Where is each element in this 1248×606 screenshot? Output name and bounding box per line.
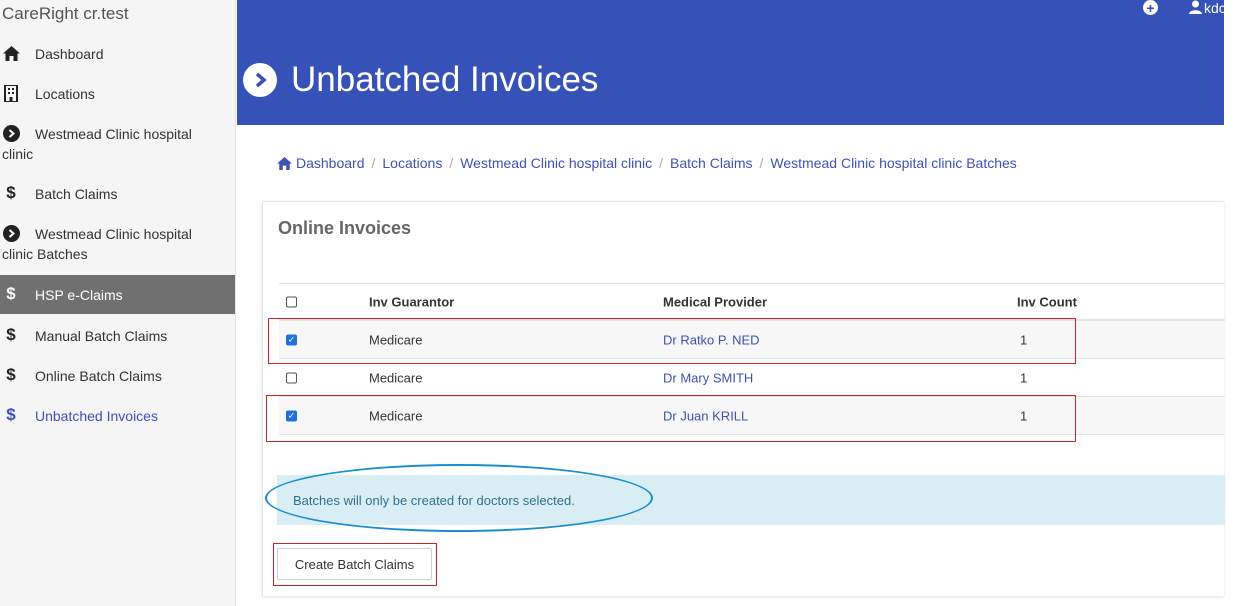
notice-highlight-annotation xyxy=(265,464,653,532)
sidebar-item-batch-claims[interactable]: $ Batch Claims xyxy=(0,182,235,206)
table-row: Medicare Dr Mary SMITH 1 xyxy=(279,359,1225,397)
sidebar-item-dashboard[interactable]: Dashboard xyxy=(0,42,235,66)
sidebar-item-label: Online Batch Claims xyxy=(35,368,162,384)
sidebar-item-westmead-batches[interactable]: Westmead Clinic hospital clinic Batches xyxy=(0,222,235,266)
add-icon[interactable]: + xyxy=(1143,0,1158,15)
breadcrumb-separator: / xyxy=(759,155,764,171)
breadcrumb-batch-claims[interactable]: Batch Claims xyxy=(670,155,752,171)
row-highlight-annotation xyxy=(268,318,1076,364)
create-batch-claims-button[interactable]: Create Batch Claims xyxy=(277,548,432,580)
dollar-icon: $ xyxy=(6,365,16,384)
panel-title: Online Invoices xyxy=(278,218,412,238)
sidebar-item-label: Westmead Clinic hospital clinic xyxy=(2,126,192,162)
sidebar-item-unbatched-invoices[interactable]: $ Unbatched Invoices xyxy=(0,404,235,428)
table-header: Inv Guarantor Medical Provider Inv Count xyxy=(279,283,1225,321)
sidebar-item-label: HSP e-Claims xyxy=(35,287,123,303)
user-name[interactable]: kdc xyxy=(1204,0,1224,16)
row-highlight-annotation xyxy=(266,395,1076,442)
breadcrumb-separator: / xyxy=(449,155,454,171)
sidebar-item-label: Locations xyxy=(35,86,95,102)
breadcrumb-westmead-batches[interactable]: Westmead Clinic hospital clinic Batches xyxy=(770,155,1016,171)
dollar-icon: $ xyxy=(6,405,16,424)
home-icon xyxy=(2,44,20,62)
breadcrumb-locations[interactable]: Locations xyxy=(382,155,442,171)
page-title: Unbatched Invoices xyxy=(291,60,599,99)
column-header-count[interactable]: Inv Count xyxy=(1017,294,1077,309)
sidebar-item-online-batch-claims[interactable]: $ Online Batch Claims xyxy=(0,364,235,388)
column-header-provider[interactable]: Medical Provider xyxy=(663,294,767,309)
brand-title: CareRight cr.test xyxy=(2,4,129,23)
building-icon xyxy=(2,84,20,102)
chevron-circle-right-icon xyxy=(243,63,277,97)
dollar-icon: $ xyxy=(6,325,16,344)
dollar-icon: $ xyxy=(6,183,16,202)
sidebar-item-label: Dashboard xyxy=(35,46,104,62)
sidebar-item-label: Manual Batch Claims xyxy=(35,328,168,344)
sidebar-item-label: Westmead Clinic hospital clinic Batches xyxy=(2,226,192,262)
cell-guarantor: Medicare xyxy=(369,370,423,385)
breadcrumb-dashboard[interactable]: Dashboard xyxy=(296,155,365,171)
user-icon[interactable] xyxy=(1189,0,1202,14)
online-invoices-panel: Online Invoices Inv Guarantor Medical Pr… xyxy=(262,201,1225,596)
cell-provider-link[interactable]: Dr Mary SMITH xyxy=(663,370,753,385)
sidebar-item-locations[interactable]: Locations xyxy=(0,82,235,106)
column-header-guarantor[interactable]: Inv Guarantor xyxy=(369,294,454,309)
cell-count: 1 xyxy=(1020,370,1028,385)
breadcrumb: Dashboard / Locations / Westmead Clinic … xyxy=(277,155,1017,171)
sidebar-item-westmead-clinic[interactable]: Westmead Clinic hospital clinic xyxy=(0,122,235,166)
home-icon[interactable] xyxy=(277,156,292,170)
dollar-icon: $ xyxy=(6,284,16,303)
app-root: CareRight cr.test Dashboard Locations We… xyxy=(0,0,1248,606)
breadcrumb-separator: / xyxy=(371,155,376,171)
breadcrumb-westmead-clinic[interactable]: Westmead Clinic hospital clinic xyxy=(460,155,652,171)
sidebar: CareRight cr.test Dashboard Locations We… xyxy=(0,0,236,606)
row-checkbox[interactable] xyxy=(286,372,297,383)
sidebar-item-label: Batch Claims xyxy=(35,186,118,202)
sidebar-item-hsp-eclaims[interactable]: $ HSP e-Claims xyxy=(0,275,235,314)
breadcrumb-separator: / xyxy=(659,155,664,171)
sidebar-item-manual-batch-claims[interactable]: $ Manual Batch Claims xyxy=(0,324,235,348)
select-all-checkbox[interactable] xyxy=(286,296,297,307)
page-header: + kdc Unbatched Invoices xyxy=(237,0,1224,125)
sidebar-item-label: Unbatched Invoices xyxy=(35,408,158,424)
